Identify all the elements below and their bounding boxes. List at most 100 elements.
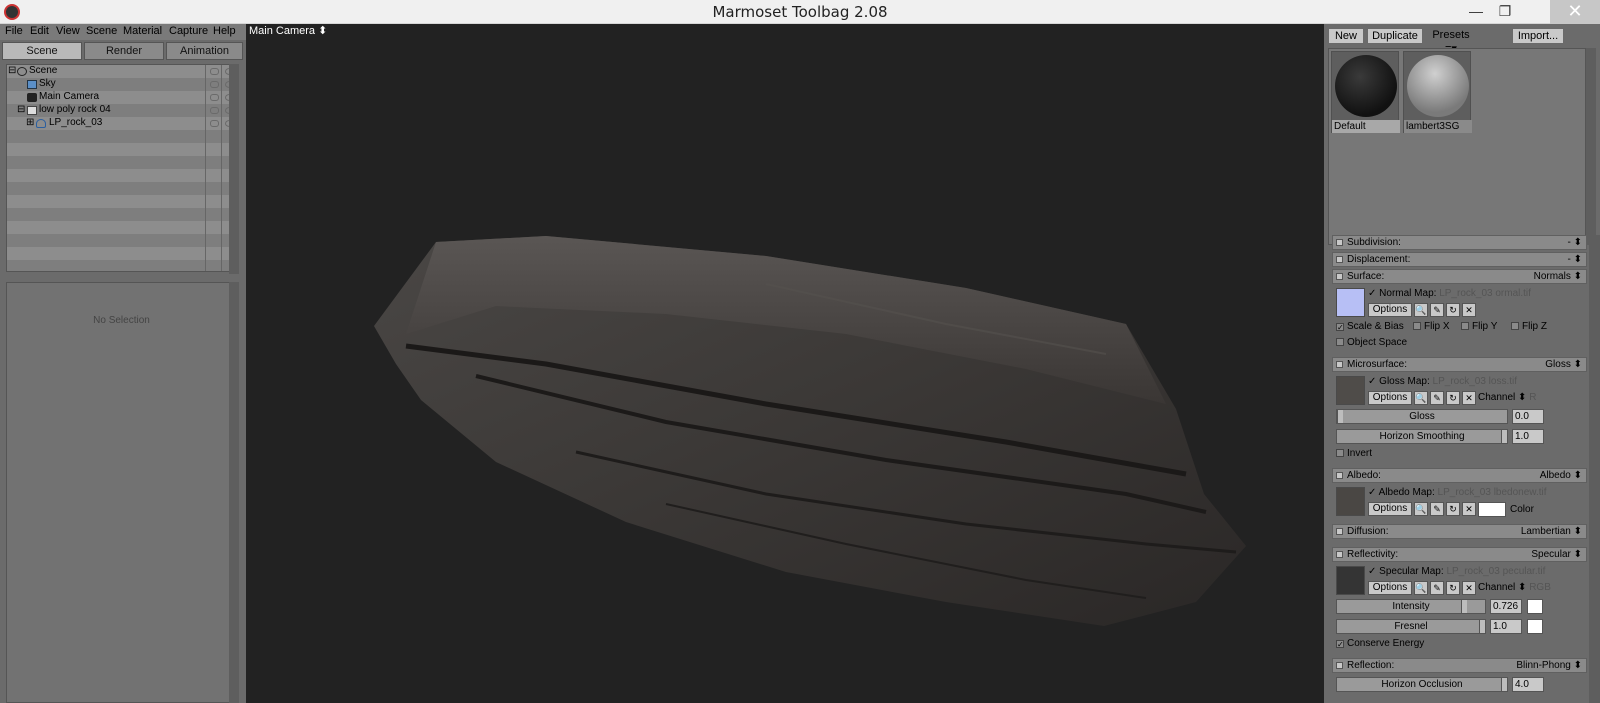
material-library-scrollbar[interactable]	[1586, 48, 1596, 245]
menu-file[interactable]: File	[5, 25, 23, 37]
search-icon[interactable]: 🔍	[1414, 303, 1428, 317]
expand-icon[interactable]: ⊟	[17, 104, 25, 115]
menu-help[interactable]: Help	[213, 25, 236, 37]
subdivision-mode-select[interactable]: - ⬍	[1568, 237, 1583, 248]
reload-icon[interactable]: ↻	[1446, 581, 1460, 595]
fresnel-slider[interactable]: Fresnel	[1336, 619, 1486, 634]
lock-icon[interactable]	[210, 81, 219, 88]
gloss-value-field[interactable]: 0.0	[1512, 409, 1544, 424]
expand-icon[interactable]	[1336, 256, 1343, 263]
surface-section[interactable]: Surface: Normals ⬍	[1332, 269, 1587, 284]
remove-icon[interactable]: ✕	[1462, 581, 1476, 595]
normal-options-button[interactable]: Options	[1368, 303, 1412, 317]
outliner-row-main-camera[interactable]: Main Camera	[7, 91, 234, 104]
gloss-options-button[interactable]: Options	[1368, 391, 1412, 405]
expand-icon[interactable]: ⊞	[26, 117, 34, 128]
lock-icon[interactable]	[210, 94, 219, 101]
properties-scrollbar[interactable]	[229, 282, 239, 703]
slider-knob[interactable]	[1337, 410, 1343, 423]
slider-knob[interactable]	[1501, 430, 1507, 443]
reflection-section[interactable]: Reflection: Blinn-Phong ⬍	[1332, 658, 1587, 673]
remove-icon[interactable]: ✕	[1462, 502, 1476, 516]
search-icon[interactable]: 🔍	[1414, 502, 1428, 516]
intensity-slider[interactable]: Intensity	[1336, 599, 1486, 614]
collapse-icon[interactable]	[1336, 662, 1343, 669]
collapse-icon[interactable]	[1336, 551, 1343, 558]
specular-map-thumbnail[interactable]	[1336, 566, 1365, 595]
specular-color-swatch[interactable]	[1527, 599, 1543, 614]
albedo-section[interactable]: Albedo: Albedo ⬍	[1332, 468, 1587, 483]
collapse-icon[interactable]	[1336, 472, 1343, 479]
maximize-button[interactable]: ❐	[1490, 0, 1520, 24]
fresnel-value-field[interactable]: 1.0	[1490, 619, 1522, 634]
reflection-mode-select[interactable]: Blinn-Phong ⬍	[1516, 660, 1582, 671]
flip-y-checkbox[interactable]: Flip Y	[1461, 321, 1497, 332]
edit-icon[interactable]: ✎	[1430, 391, 1444, 405]
lock-icon[interactable]	[210, 107, 219, 114]
invert-checkbox[interactable]: Invert	[1336, 448, 1372, 459]
search-icon[interactable]: 🔍	[1414, 391, 1428, 405]
reflectivity-section[interactable]: Reflectivity: Specular ⬍	[1332, 547, 1587, 562]
close-button[interactable]: ✕	[1550, 0, 1600, 24]
collapse-icon[interactable]	[1336, 273, 1343, 280]
displacement-mode-select[interactable]: - ⬍	[1568, 254, 1583, 265]
outliner-row-lp-rock[interactable]: ⊞ LP_rock_03	[7, 117, 234, 130]
specular-channel-select[interactable]: Channel ⬍ RGB	[1478, 582, 1551, 593]
presets-menu[interactable]: Presets ≡▾	[1426, 28, 1476, 55]
material-thumb-lambert3sg[interactable]: lambert3SG	[1403, 51, 1472, 133]
import-button[interactable]: Import...	[1512, 28, 1564, 44]
search-icon[interactable]: 🔍	[1414, 581, 1428, 595]
outliner-row-scene[interactable]: ⊟ Scene	[7, 65, 234, 78]
gloss-slider[interactable]: Gloss	[1336, 409, 1508, 424]
flip-x-checkbox[interactable]: Flip X	[1413, 321, 1450, 332]
material-thumb-default[interactable]: Default	[1331, 51, 1400, 133]
surface-mode-select[interactable]: Normals ⬍	[1534, 271, 1582, 282]
displacement-section[interactable]: Displacement: - ⬍	[1332, 252, 1587, 267]
remove-icon[interactable]: ✕	[1462, 303, 1476, 317]
menu-edit[interactable]: Edit	[30, 25, 49, 37]
expand-icon[interactable]: ⊟	[8, 65, 16, 76]
albedo-mode-select[interactable]: Albedo ⬍	[1540, 470, 1582, 481]
edit-icon[interactable]: ✎	[1430, 581, 1444, 595]
outliner-row-sky[interactable]: Sky	[7, 78, 234, 91]
expand-icon[interactable]	[1336, 239, 1343, 246]
reflectivity-mode-select[interactable]: Specular ⬍	[1531, 549, 1582, 560]
horizon-smoothing-slider[interactable]: Horizon Smoothing	[1336, 429, 1508, 444]
albedo-color-swatch[interactable]	[1478, 502, 1506, 517]
lock-icon[interactable]	[210, 68, 219, 75]
menu-scene[interactable]: Scene	[86, 25, 117, 37]
microsurface-section[interactable]: Microsurface: Gloss ⬍	[1332, 357, 1587, 372]
object-space-checkbox[interactable]: Object Space	[1336, 337, 1407, 348]
albedo-options-button[interactable]: Options	[1368, 502, 1412, 516]
intensity-value-field[interactable]: 0.726	[1490, 599, 1522, 614]
diffusion-mode-select[interactable]: Lambertian ⬍	[1521, 526, 1582, 537]
microsurface-mode-select[interactable]: Gloss ⬍	[1545, 359, 1582, 370]
tab-scene[interactable]: Scene	[2, 42, 82, 60]
menu-capture[interactable]: Capture	[169, 25, 208, 37]
slider-knob[interactable]	[1461, 600, 1467, 613]
specular-options-button[interactable]: Options	[1368, 581, 1412, 595]
remove-icon[interactable]: ✕	[1462, 391, 1476, 405]
edit-icon[interactable]: ✎	[1430, 303, 1444, 317]
horizon-smoothing-value-field[interactable]: 1.0	[1512, 429, 1544, 444]
3d-viewport[interactable]: Main Camera ⬍	[246, 24, 1324, 703]
minimize-button[interactable]: —	[1461, 0, 1491, 24]
properties-scrollbar-right[interactable]	[1589, 235, 1600, 703]
horizon-occlusion-value-field[interactable]: 4.0	[1512, 677, 1544, 692]
lock-icon[interactable]	[210, 120, 219, 127]
diffusion-section[interactable]: Diffusion: Lambertian ⬍	[1332, 524, 1587, 539]
albedo-map-thumbnail[interactable]	[1336, 487, 1365, 516]
menu-view[interactable]: View	[56, 25, 80, 37]
reload-icon[interactable]: ↻	[1446, 502, 1460, 516]
subdivision-section[interactable]: Subdivision: - ⬍	[1332, 235, 1587, 250]
gloss-channel-select[interactable]: Channel ⬍ R	[1478, 392, 1536, 403]
slider-knob[interactable]	[1501, 678, 1507, 691]
collapse-icon[interactable]	[1336, 361, 1343, 368]
expand-icon[interactable]	[1336, 528, 1343, 535]
outliner-scrollbar[interactable]	[229, 64, 239, 274]
gloss-map-thumbnail[interactable]	[1336, 376, 1365, 405]
new-material-button[interactable]: New	[1328, 28, 1364, 44]
tab-animation[interactable]: Animation	[166, 42, 243, 60]
conserve-energy-checkbox[interactable]: ✓ Conserve Energy	[1336, 638, 1424, 649]
duplicate-material-button[interactable]: Duplicate	[1367, 28, 1423, 44]
